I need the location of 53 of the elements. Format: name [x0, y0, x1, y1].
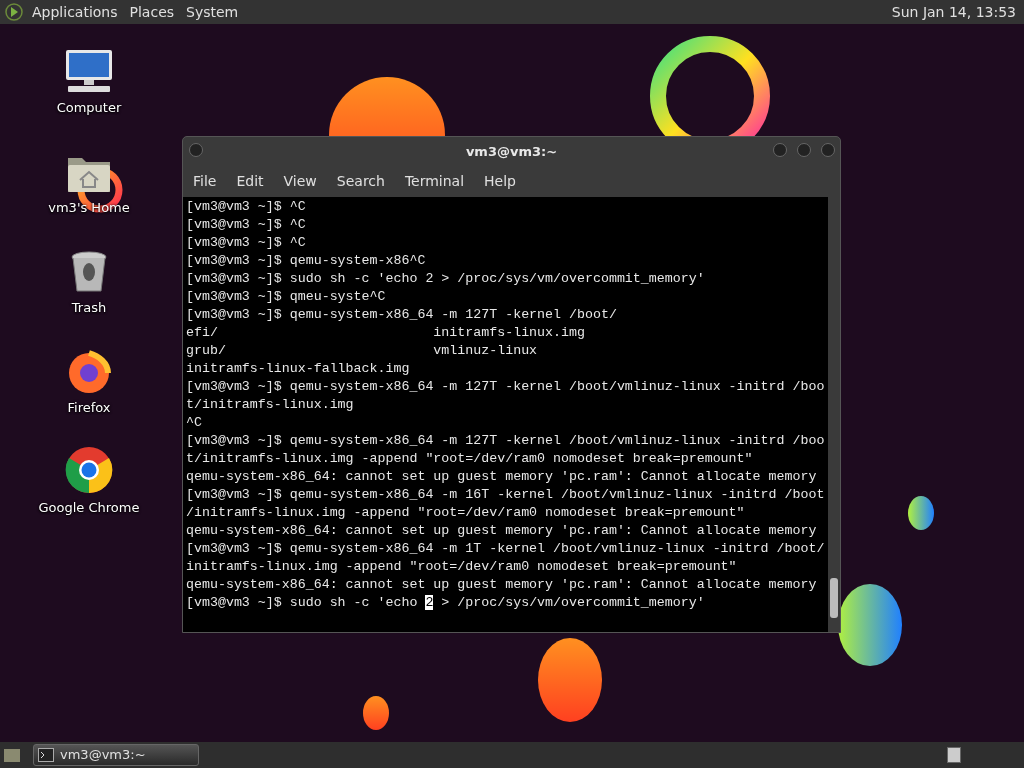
- icon-label[interactable]: Firefox: [67, 398, 111, 418]
- chrome-icon: [65, 446, 113, 494]
- terminal-line: [vm3@vm3 ~]$ qemu-system-x86_64 -m 16T -kernel /boot/vmlinuz-linux -initrd /boot: [186, 486, 825, 504]
- close-button[interactable]: [821, 143, 835, 157]
- panel-menu[interactable]: System: [186, 1, 239, 23]
- terminal-line: [vm3@vm3 ~]$ sudo sh -c 'echo 2 > /proc/sys/vm/overcommit_memory': [186, 594, 705, 612]
- minimize-button[interactable]: [773, 143, 787, 157]
- terminal-line: qemu-system-x86_64: cannot set up guest memory 'pc.ram': Cannot allocate memory: [186, 576, 817, 594]
- terminal-icon: [38, 748, 54, 762]
- workspace-switcher[interactable]: [947, 747, 961, 763]
- terminal-line: qemu-system-x86_64: cannot set up guest memory 'pc.ram': Cannot allocate memory: [186, 522, 817, 540]
- terminal-line: [vm3@vm3 ~]$ ^C: [186, 198, 306, 216]
- trash-icon: [70, 250, 108, 294]
- menu-item[interactable]: Search: [336, 171, 385, 192]
- terminal-line: [vm3@vm3 ~]$ qmeu-syste^C: [186, 288, 386, 306]
- menu-item[interactable]: Help: [484, 171, 516, 192]
- terminal-line: [vm3@vm3 ~]$ qemu-system-x86_64 -m 127T -kernel /boot/vmlinuz-linux -initrd /boo: [186, 378, 825, 396]
- menu-item[interactable]: View: [283, 171, 317, 192]
- panel-menu[interactable]: Applications: [32, 1, 118, 23]
- window-title: vm3@vm3:~: [465, 142, 558, 161]
- icon-label[interactable]: Computer: [56, 98, 122, 118]
- window-menu-button[interactable]: [189, 143, 203, 157]
- scrollbar[interactable]: [828, 197, 840, 632]
- terminal-line: t/initramfs-linux.img: [186, 396, 354, 414]
- terminal-line: [vm3@vm3 ~]$ qemu-system-x86_64 -m 127T -kernel /boot/: [186, 306, 617, 324]
- panel-menu[interactable]: Places: [129, 1, 175, 23]
- terminal-line: ^C: [186, 414, 202, 432]
- terminal-line: qemu-system-x86_64: cannot set up guest memory 'pc.ram': Cannot allocate memory: [186, 468, 817, 486]
- menu-logo-icon: [4, 2, 24, 22]
- terminal-line: [vm3@vm3 ~]$ ^C: [186, 216, 306, 234]
- menu-item[interactable]: Terminal: [404, 171, 465, 192]
- scrollbar-thumb[interactable]: [830, 578, 838, 618]
- icon-label[interactable]: Trash: [71, 298, 107, 318]
- maximize-button[interactable]: [797, 143, 811, 157]
- menu-item[interactable]: File: [193, 171, 217, 192]
- terminal-line: t/initramfs-linux.img -append "root=/dev/ram0 nomodeset break=premount": [186, 450, 753, 468]
- terminal-line: [vm3@vm3 ~]$ qemu-system-x86_64 -m 1T -kernel /boot/vmlinuz-linux -initrd /boot/: [186, 540, 825, 558]
- terminal-line: initramfs-linux.img -append "root=/dev/ram0 nomodeset break=premount": [186, 558, 737, 576]
- terminal-line: [vm3@vm3 ~]$ ^C: [186, 234, 306, 252]
- terminal-line: /initramfs-linux.img -append "root=/dev/ram0 nomodeset break=premount": [186, 504, 745, 522]
- terminal-line: initramfs-linux-fallback.img: [186, 360, 410, 378]
- show-desktop-icon[interactable]: [3, 747, 21, 763]
- icon-label[interactable]: Google Chrome: [38, 498, 140, 518]
- firefox-icon: [66, 348, 112, 394]
- terminal-line: [vm3@vm3 ~]$ qemu-system-x86^C: [186, 252, 426, 270]
- terminal-line: [vm3@vm3 ~]$ qemu-system-x86_64 -m 127T -kernel /boot/vmlinuz-linux -initrd /boo: [186, 432, 825, 450]
- terminal-line: grub/ vmlinuz-linux: [186, 342, 538, 360]
- taskbar-button[interactable]: vm3@vm3:~: [33, 744, 199, 766]
- terminal-line: [vm3@vm3 ~]$ sudo sh -c 'echo 2 > /proc/sys/vm/overcommit_memory': [186, 270, 705, 288]
- clock[interactable]: Sun Jan 14, 13:53: [891, 1, 1016, 23]
- menu-item[interactable]: Edit: [236, 171, 264, 192]
- monitor-icon: [64, 48, 114, 94]
- terminal-line: efi/ initramfs-linux.img: [186, 324, 585, 342]
